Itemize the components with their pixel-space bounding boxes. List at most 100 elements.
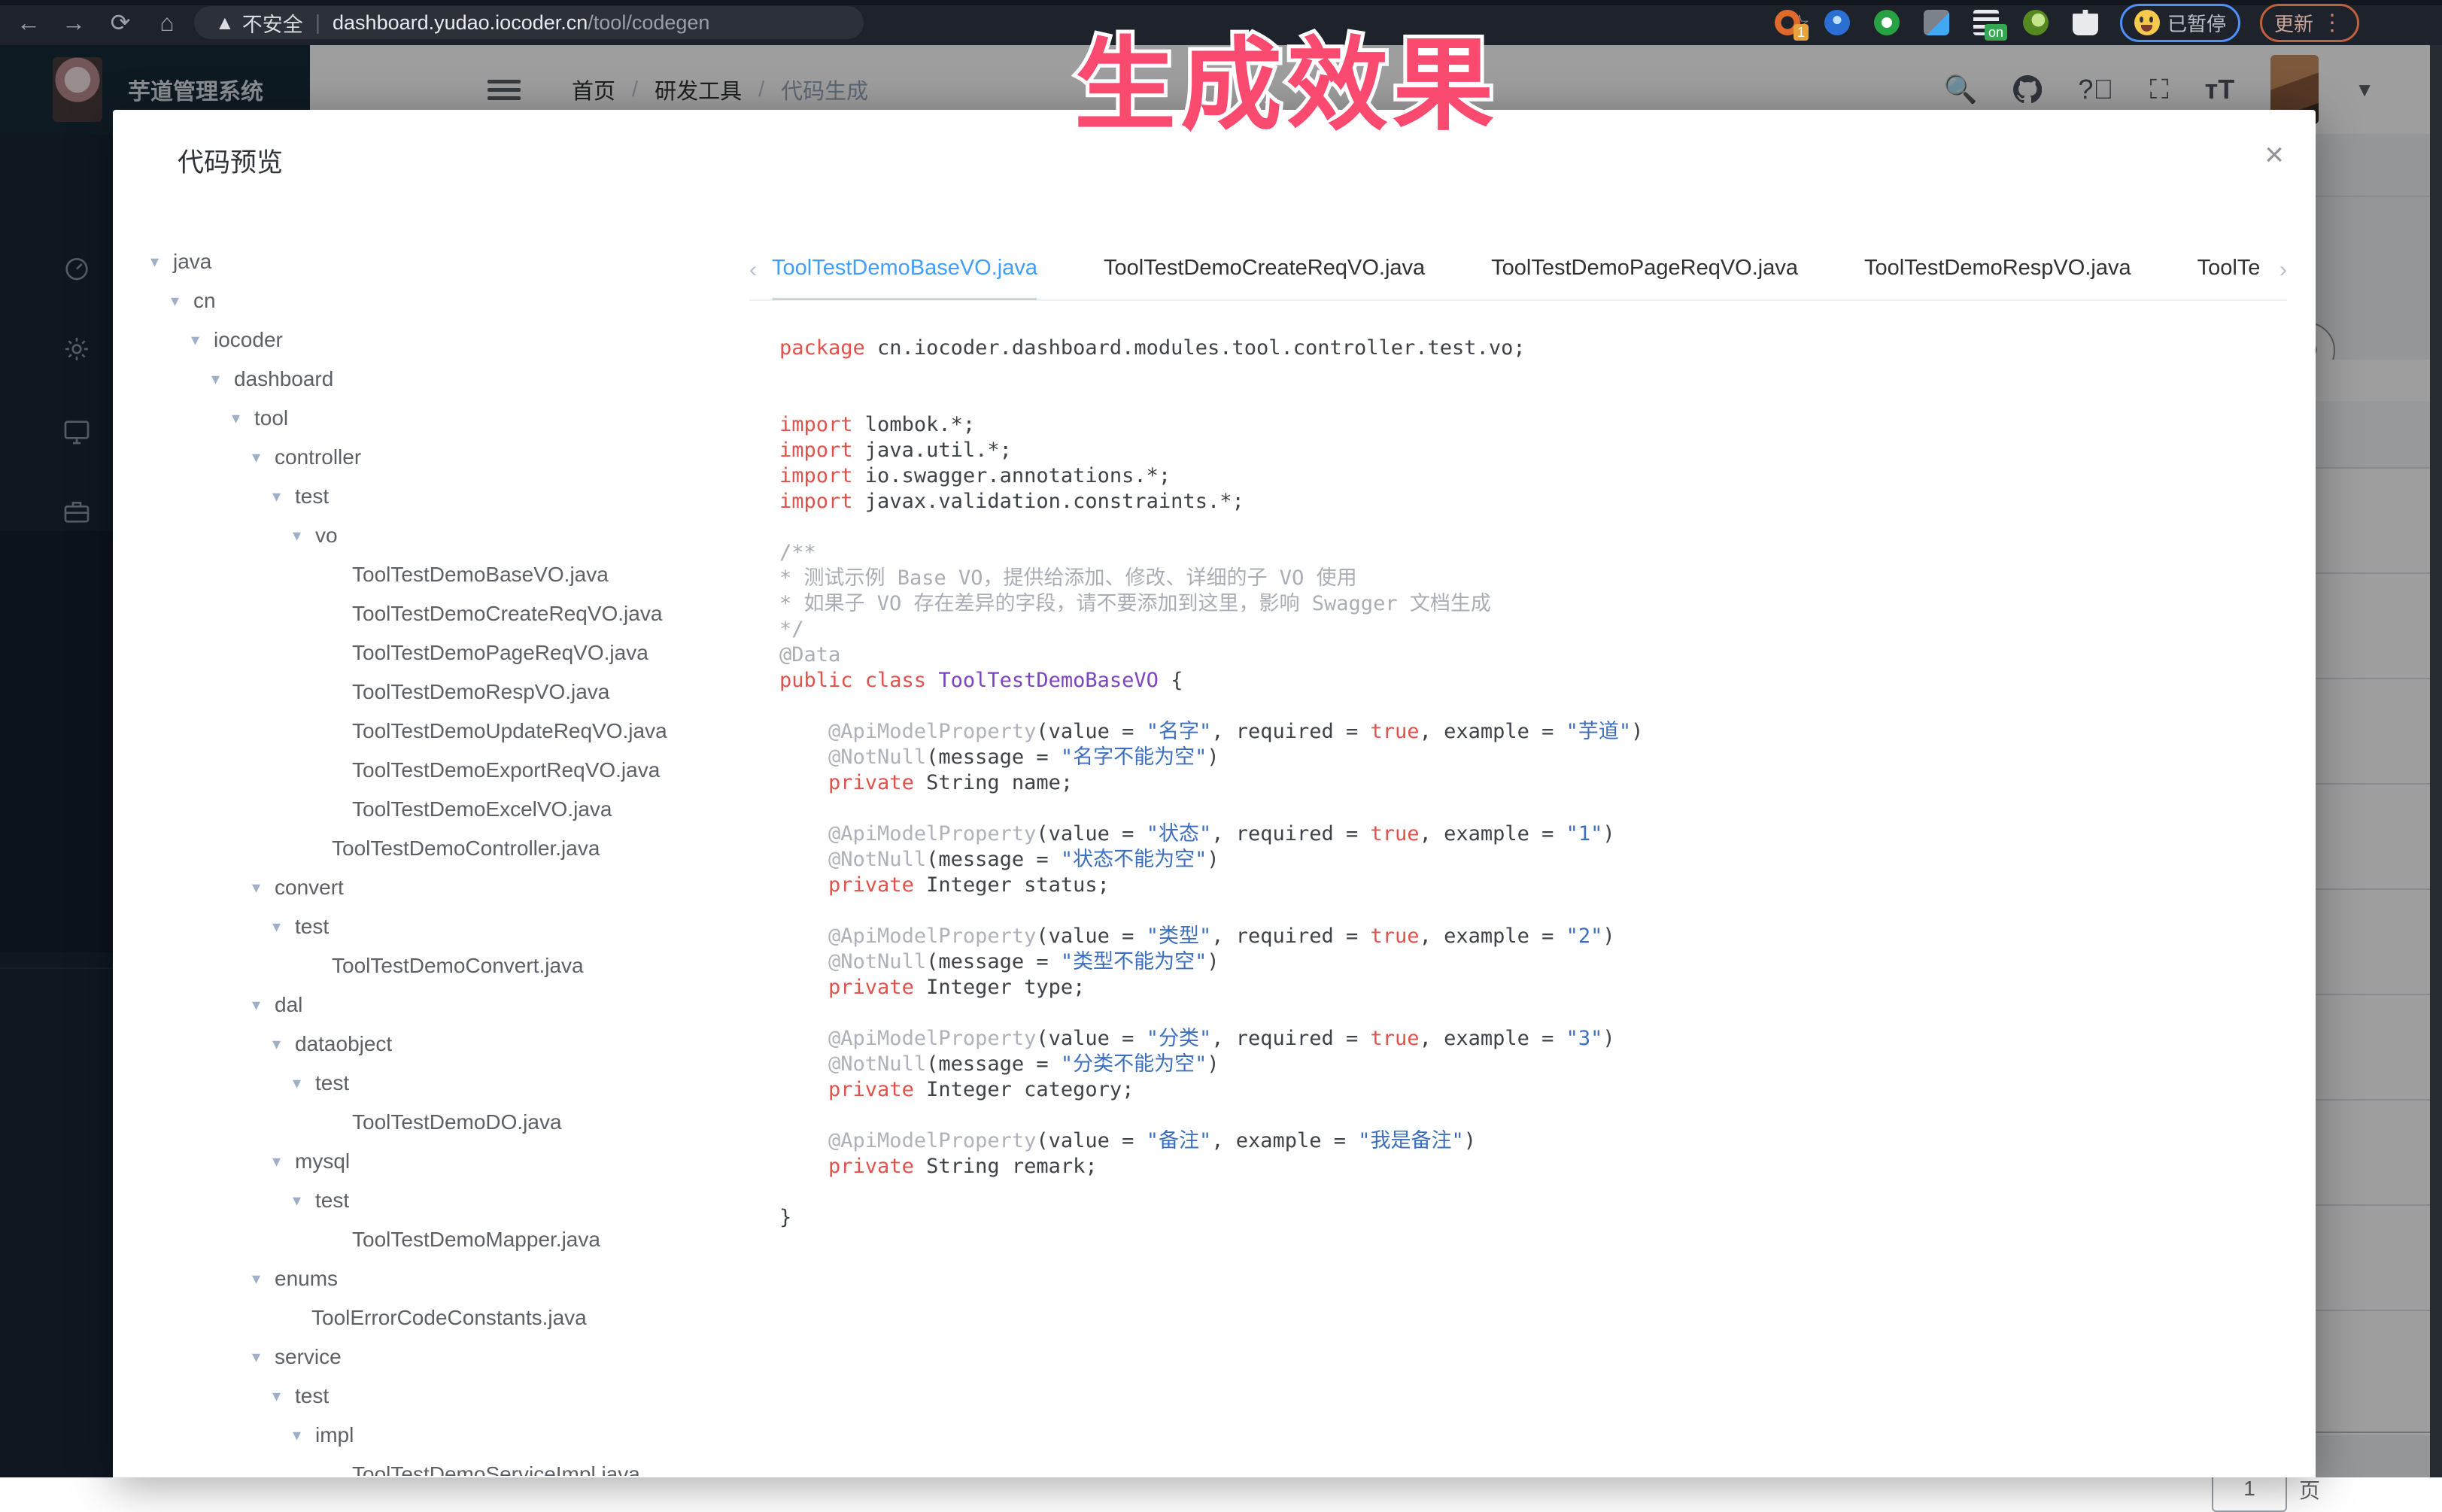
tabs-scroll-right-icon[interactable]: › <box>2280 257 2287 283</box>
puzzle-icon[interactable] <box>2070 8 2100 38</box>
code-line <box>779 796 2276 821</box>
code-view: package cn.iocoder.dashboard.modules.too… <box>779 335 2276 1231</box>
tree-node-label: ToolTestDemoConvert.java <box>332 954 584 978</box>
tree-expand-icon[interactable]: ▾ <box>272 1386 295 1406</box>
code-line: @ApiModelProperty(value = "状态", required… <box>779 821 2276 847</box>
security-warning-icon[interactable]: ▲ <box>215 11 235 35</box>
tree-folder-iocoder[interactable]: ▾iocoder <box>113 320 745 360</box>
tree-expand-icon[interactable]: ▾ <box>171 291 193 311</box>
tree-folder-test[interactable]: ▾test <box>113 477 745 516</box>
tree-expand-icon[interactable]: ▾ <box>252 1269 275 1289</box>
tree-node-label: convert <box>275 876 344 900</box>
code-line: */ <box>779 617 2276 642</box>
tree-folder-enums[interactable]: ▾enums <box>113 1259 745 1298</box>
tree-folder-test[interactable]: ▾test <box>113 1377 745 1416</box>
update-label: 更新 <box>2274 9 2313 37</box>
tree-expand-icon[interactable]: ▾ <box>252 1347 275 1367</box>
tree-folder-vo[interactable]: ▾vo <box>113 516 745 555</box>
tree-expand-icon[interactable]: ▾ <box>293 526 315 545</box>
tree-folder-mysql[interactable]: ▾mysql <box>113 1142 745 1181</box>
tree-folder-dashboard[interactable]: ▾dashboard <box>113 360 745 399</box>
tree-folder-impl[interactable]: ▾impl <box>113 1416 745 1455</box>
tree-node-label: impl <box>315 1423 354 1447</box>
code-line: @ApiModelProperty(value = "备注", example … <box>779 1128 2276 1154</box>
ublock-icon[interactable]: 1 <box>1772 8 1803 38</box>
tree-folder-test[interactable]: ▾test <box>113 1064 745 1103</box>
tree-node-label: mysql <box>295 1149 350 1173</box>
tree-expand-icon[interactable]: ▾ <box>293 1073 315 1093</box>
tree-folder-dal[interactable]: ▾dal <box>113 985 745 1025</box>
code-line: public class ToolTestDemoBaseVO { <box>779 668 2276 694</box>
tree-expand-icon[interactable]: ▾ <box>272 1034 295 1054</box>
home-icon[interactable]: ⌂ <box>152 8 182 38</box>
tree-node-label: ToolTestDemoExcelVO.java <box>352 797 612 821</box>
modal-title: 代码预览 <box>178 141 283 180</box>
tree-file-ToolTestDemoCreateReqVO.java[interactable]: ToolTestDemoCreateReqVO.java <box>113 594 745 633</box>
tree-expand-icon[interactable]: ▾ <box>252 995 275 1015</box>
tree-file-ToolTestDemoServiceImpl.java[interactable]: ToolTestDemoServiceImpl.java <box>113 1455 745 1476</box>
leaf-icon[interactable] <box>2021 8 2051 38</box>
tree-file-ToolTestDemoController.java[interactable]: ToolTestDemoController.java <box>113 829 745 868</box>
tree-node-label: enums <box>275 1267 338 1291</box>
close-icon[interactable]: × <box>2264 140 2284 170</box>
tree-file-ToolTestDemoRespVO.java[interactable]: ToolTestDemoRespVO.java <box>113 673 745 712</box>
tree-folder-java[interactable]: ▾java <box>113 242 745 281</box>
tree-expand-icon[interactable]: ▾ <box>252 878 275 897</box>
tree-file-ToolTestDemoPageReqVO.java[interactable]: ToolTestDemoPageReqVO.java <box>113 633 745 673</box>
tree-file-ToolTestDemoUpdateReqVO.java[interactable]: ToolTestDemoUpdateReqVO.java <box>113 712 745 751</box>
tree-node-label: ToolTestDemoRespVO.java <box>352 680 609 704</box>
paused-extension-pill[interactable]: 已暂停 <box>2120 4 2240 42</box>
tree-expand-icon[interactable]: ▾ <box>272 1152 295 1171</box>
tree-expand-icon[interactable]: ▾ <box>150 252 173 272</box>
tree-expand-icon[interactable]: ▾ <box>191 330 214 350</box>
tree-file-ToolTestDemoMapper.java[interactable]: ToolTestDemoMapper.java <box>113 1220 745 1259</box>
list-icon[interactable]: on <box>1971 8 2001 38</box>
tree-file-ToolTestDemoBaseVO.java[interactable]: ToolTestDemoBaseVO.java <box>113 555 745 594</box>
tab-ToolTestDemoRespVO.java[interactable]: ToolTestDemoRespVO.java <box>1864 244 2131 299</box>
code-line: import io.swagger.annotations.*; <box>779 463 2276 489</box>
tab-ToolTe[interactable]: ToolTe <box>2197 244 2261 299</box>
browser-menu-icon[interactable]: ⋮ <box>2321 10 2345 36</box>
tab-ToolTestDemoCreateReqVO.java[interactable]: ToolTestDemoCreateReqVO.java <box>1104 244 1425 299</box>
tree-file-ToolTestDemoDO.java[interactable]: ToolTestDemoDO.java <box>113 1103 745 1142</box>
browser-scrollbar[interactable] <box>2430 45 2442 1477</box>
browser-update-button[interactable]: 更新 ⋮ <box>2260 4 2359 42</box>
tree-expand-icon[interactable]: ▾ <box>232 408 254 428</box>
tab-strip: ToolTestDemoBaseVO.java ToolTestDemoCreat… <box>772 244 2264 299</box>
grid-diamond-icon[interactable] <box>1921 8 1951 38</box>
address-bar[interactable]: ▲ 不安全 | dashboard.yudao.iocoder.cn/tool/… <box>194 6 864 39</box>
tab-ToolTestDemoPageReqVO.java[interactable]: ToolTestDemoPageReqVO.java <box>1491 244 1798 299</box>
tree-expand-icon[interactable]: ▾ <box>252 448 275 467</box>
tree-folder-cn[interactable]: ▾cn <box>113 281 745 320</box>
tabs-scroll-left-icon[interactable]: ‹ <box>749 257 757 283</box>
tree-folder-controller[interactable]: ▾controller <box>113 438 745 477</box>
tree-file-ToolTestDemoExportReqVO.java[interactable]: ToolTestDemoExportReqVO.java <box>113 751 745 790</box>
reload-icon[interactable]: ⟳ <box>105 8 135 38</box>
pin-icon[interactable] <box>1822 8 1852 38</box>
tree-expand-icon[interactable]: ▾ <box>272 487 295 506</box>
code-line <box>779 1000 2276 1026</box>
tree-file-ToolErrorCodeConstants.java[interactable]: ToolErrorCodeConstants.java <box>113 1298 745 1337</box>
tree-expand-icon[interactable]: ▾ <box>293 1191 315 1210</box>
file-tabs: ‹ ToolTestDemoBaseVO.java ToolTestDemoCre… <box>749 244 2287 301</box>
tree-node-label: tool <box>254 406 288 430</box>
tree-folder-service[interactable]: ▾service <box>113 1337 745 1377</box>
tree-node-label: controller <box>275 445 361 469</box>
tree-file-ToolTestDemoExcelVO.java[interactable]: ToolTestDemoExcelVO.java <box>113 790 745 829</box>
back-icon[interactable]: ← <box>14 8 44 38</box>
tab-ToolTestDemoBaseVO.java[interactable]: ToolTestDemoBaseVO.java <box>772 244 1037 299</box>
code-line: import lombok.*; <box>779 412 2276 438</box>
tree-folder-tool[interactable]: ▾tool <box>113 399 745 438</box>
tree-folder-dataobject[interactable]: ▾dataobject <box>113 1025 745 1064</box>
tree-folder-test[interactable]: ▾test <box>113 907 745 946</box>
tree-folder-convert[interactable]: ▾convert <box>113 868 745 907</box>
tree-node-label: ToolErrorCodeConstants.java <box>311 1306 587 1330</box>
extension-badge: 1 <box>1794 24 1809 41</box>
tree-expand-icon[interactable]: ▾ <box>272 917 295 937</box>
forward-icon[interactable]: → <box>59 8 89 38</box>
green-circle-icon[interactable] <box>1872 8 1902 38</box>
tree-expand-icon[interactable]: ▾ <box>211 369 234 389</box>
tree-expand-icon[interactable]: ▾ <box>293 1425 315 1445</box>
tree-folder-test[interactable]: ▾test <box>113 1181 745 1220</box>
tree-file-ToolTestDemoConvert.java[interactable]: ToolTestDemoConvert.java <box>113 946 745 985</box>
